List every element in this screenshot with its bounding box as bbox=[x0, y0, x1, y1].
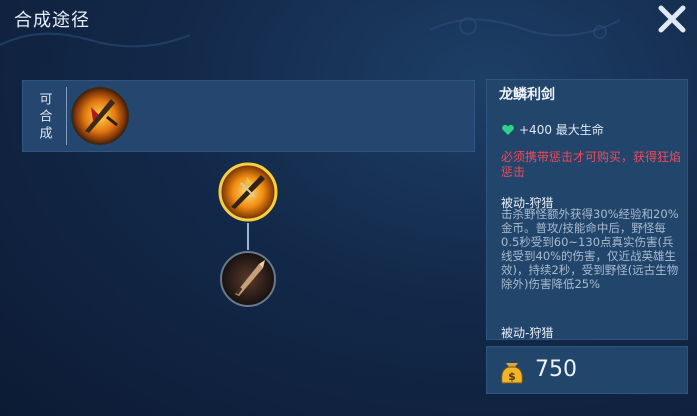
divider bbox=[66, 87, 67, 145]
component-item-icon[interactable] bbox=[219, 250, 277, 308]
composable-label: 可合成 bbox=[36, 91, 52, 143]
composable-item-icon[interactable] bbox=[71, 87, 129, 145]
passive-title-2: 被动-狩猎 bbox=[501, 326, 554, 340]
tree-connector bbox=[247, 223, 249, 250]
item-stat-text: +400 最大生命 bbox=[519, 123, 604, 137]
background-cloud-pattern bbox=[0, 17, 621, 48]
svg-text:$: $ bbox=[508, 370, 516, 383]
close-icon[interactable] bbox=[657, 4, 687, 34]
passive-description: 击杀野怪额外获得30%经验和20%金币。普攻/技能命中后，野怪每0.5秒受到60… bbox=[501, 207, 679, 291]
item-name: 龙鳞利剑 bbox=[499, 87, 555, 103]
item-detail-panel: 龙鳞利剑 +400 最大生命 必须携带惩击才可购买，获得狂焰惩击 被动-狩猎 击… bbox=[486, 79, 688, 340]
price-box: $ 750 bbox=[486, 346, 688, 394]
composable-items-row: 可合成 bbox=[22, 80, 475, 152]
page-title: 合成途径 bbox=[14, 10, 90, 31]
price-value: 750 bbox=[535, 357, 577, 382]
main-item-icon[interactable] bbox=[217, 161, 279, 223]
gold-bag-icon: $ bbox=[501, 363, 523, 384]
item-stat: +400 最大生命 bbox=[501, 121, 604, 138]
purchase-warning: 必须携带惩击才可购买，获得狂焰惩击 bbox=[501, 150, 682, 179]
heart-icon bbox=[502, 124, 514, 135]
